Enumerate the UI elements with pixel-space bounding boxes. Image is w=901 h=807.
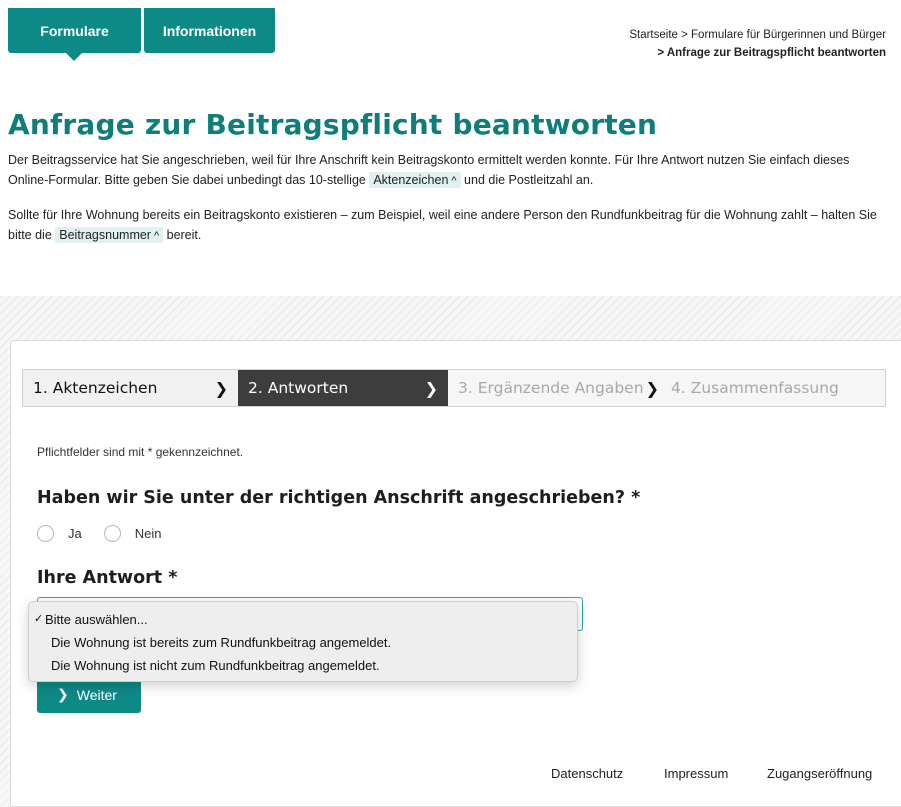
- step-ergaenzende-angaben: 3. Ergänzende Angaben ❯: [448, 370, 661, 406]
- checkmark-icon: ✓: [34, 613, 44, 625]
- chevron-right-icon: ❯: [424, 379, 438, 398]
- intro-paragraph-2: Sollte für Ihre Wohnung bereits ein Beit…: [8, 205, 888, 246]
- step-label: 4. Zusammenfassung: [671, 379, 839, 397]
- dropdown-option-label: Bitte auswählen...: [45, 612, 148, 627]
- breadcrumb: Startseite > Formulare für Bürgerinnen u…: [629, 26, 886, 62]
- hatched-background-left: [0, 296, 10, 807]
- aktenzeichen-info-toggle[interactable]: Aktenzeichen ^: [369, 172, 461, 188]
- breadcrumb-parent-link[interactable]: Formulare für Bürgerinnen und Bürger: [691, 29, 886, 41]
- nav-tab-informationen[interactable]: Informationen: [144, 8, 275, 53]
- dropdown-option-label: Die Wohnung ist nicht zum Rundfunkbeitra…: [51, 658, 380, 673]
- address-radio-group: Ja Nein: [37, 525, 183, 542]
- nav-tab-label: Informationen: [162, 22, 257, 39]
- radio-nein[interactable]: [103, 525, 121, 542]
- dropdown-option-label: Die Wohnung ist bereits zum Rundfunkbeit…: [51, 635, 392, 650]
- weiter-label: Weiter: [76, 686, 117, 703]
- answer-label: Ihre Antwort *: [37, 568, 178, 588]
- address-question: Haben wir Sie unter der richtigen Anschr…: [37, 488, 641, 508]
- radio-label-nein[interactable]: Nein: [135, 526, 162, 541]
- step-label: 3. Ergänzende Angaben: [458, 379, 644, 397]
- step-label: 2. Antworten: [248, 379, 349, 397]
- beitragsnummer-info-toggle[interactable]: Beitragsnummer ^: [55, 227, 164, 243]
- nav-tab-formulare[interactable]: Formulare: [8, 8, 141, 61]
- answer-dropdown-list: ✓ Bitte auswählen... Die Wohnung ist ber…: [28, 601, 578, 682]
- step-antworten: 2. Antworten ❯: [238, 370, 448, 406]
- intro-text: und die Postleitzahl an.: [460, 173, 594, 187]
- footer-link-zugangseroeffnung[interactable]: Zugangseröffnung: [767, 766, 872, 781]
- radio-ja[interactable]: [37, 525, 54, 542]
- intro-text: bereit.: [163, 228, 202, 242]
- chevron-up-icon: ^: [451, 175, 457, 187]
- step-zusammenfassung: 4. Zusammenfassung: [661, 370, 885, 406]
- dropdown-option-not-registered[interactable]: Die Wohnung ist nicht zum Rundfunkbeitra…: [29, 654, 577, 677]
- footer-link-datenschutz[interactable]: Datenschutz: [551, 766, 623, 781]
- nav-tab-label: Formulare: [40, 22, 109, 39]
- chevron-right-icon: ❯: [214, 379, 228, 398]
- breadcrumb-separator: >: [657, 47, 665, 59]
- dropdown-option-placeholder[interactable]: ✓ Bitte auswählen...: [29, 608, 577, 631]
- chevron-right-icon: ❯: [645, 379, 659, 398]
- dropdown-option-registered[interactable]: Die Wohnung ist bereits zum Rundfunkbeit…: [29, 631, 577, 654]
- intro-paragraph-1: Der Beitragsservice hat Sie angeschriebe…: [8, 150, 888, 191]
- step-label: 1. Aktenzeichen: [33, 379, 158, 397]
- radio-label-ja[interactable]: Ja: [68, 526, 82, 541]
- required-fields-note: Pflichtfelder sind mit * gekennzeichnet.: [37, 445, 244, 459]
- breadcrumb-home-link[interactable]: Startseite: [629, 29, 678, 41]
- chevron-right-icon: ❯: [57, 686, 69, 702]
- form-stepper: 1. Aktenzeichen ❯ 2. Antworten ❯ 3. Ergä…: [22, 369, 886, 407]
- chip-label: Beitragsnummer: [59, 228, 151, 242]
- chip-label: Aktenzeichen: [373, 173, 449, 187]
- breadcrumb-separator: >: [681, 29, 688, 41]
- breadcrumb-current: Anfrage zur Beitragspflicht beantworten: [666, 47, 886, 59]
- footer-link-impressum[interactable]: Impressum: [664, 766, 728, 781]
- step-aktenzeichen[interactable]: 1. Aktenzeichen ❯: [23, 370, 238, 406]
- chevron-up-icon: ^: [153, 230, 160, 242]
- page-title: Anfrage zur Beitragspflicht beantworten: [8, 108, 658, 141]
